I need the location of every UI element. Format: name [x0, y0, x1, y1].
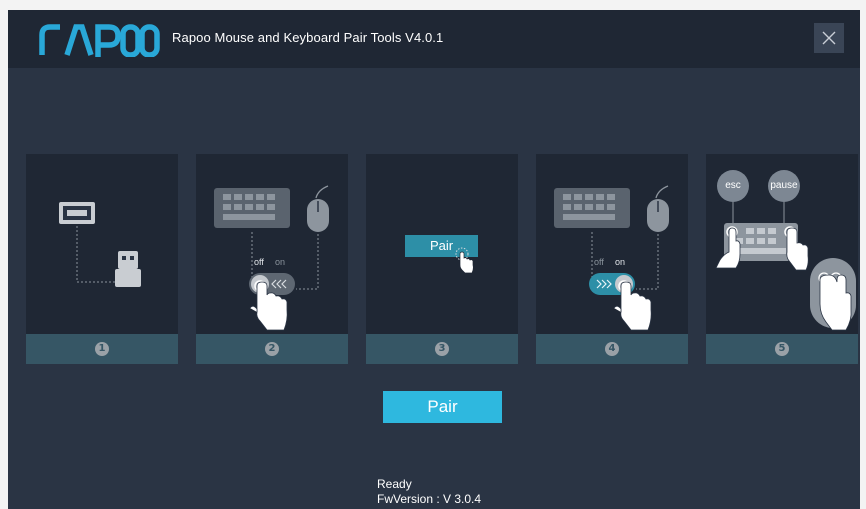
step-number-bar: 4: [536, 334, 688, 364]
close-button[interactable]: [814, 23, 844, 53]
hand-pointer-icon: [784, 226, 809, 271]
firmware-version: FwVersion : V 3.0.4: [377, 492, 482, 506]
step-panel-2: off on 2: [196, 154, 348, 364]
step-number-bar: 3: [366, 334, 518, 364]
switch-on-label: on: [275, 257, 286, 267]
step-number-bar: 1: [26, 334, 178, 364]
close-icon: [822, 31, 836, 45]
switch-on-label: on: [615, 257, 626, 267]
mouse-icon: [307, 185, 329, 232]
hand-cursor-icon: [455, 247, 474, 274]
app-window: Rapoo Mouse and Keyboard Pair Tools V4.0…: [8, 10, 860, 509]
title-bar: Rapoo Mouse and Keyboard Pair Tools V4.0…: [8, 10, 860, 68]
keyboard-icon: [554, 188, 630, 228]
mouse-icon: [647, 185, 669, 232]
step-number: 1: [95, 342, 109, 356]
switch-off-label: off: [254, 257, 264, 267]
step-panel-5: esc pause 5: [706, 154, 858, 364]
step-panel-3: Pair 3: [366, 154, 518, 364]
app-title: Rapoo Mouse and Keyboard Pair Tools V4.0…: [172, 30, 444, 45]
mouse-icon: [810, 258, 856, 331]
switch-off-label: off: [594, 257, 604, 267]
step-number: 4: [605, 342, 619, 356]
status-text: Ready: [377, 477, 412, 491]
step-panel-1: 1: [26, 154, 178, 364]
pair-button[interactable]: Pair: [383, 391, 502, 423]
status-area: Ready FwVersion : V 3.0.4: [377, 477, 481, 507]
step-number-bar: 2: [196, 334, 348, 364]
step-number: 5: [775, 342, 789, 356]
usb-port-icon: [59, 202, 95, 224]
step-number: 3: [435, 342, 449, 356]
step-panel-4: off on 4: [536, 154, 688, 364]
rapoo-logo: [39, 24, 160, 57]
keyboard-icon: [214, 188, 290, 228]
usb-receiver-icon: [115, 251, 141, 287]
step-number-bar: 5: [706, 334, 858, 364]
step-number: 2: [265, 342, 279, 356]
